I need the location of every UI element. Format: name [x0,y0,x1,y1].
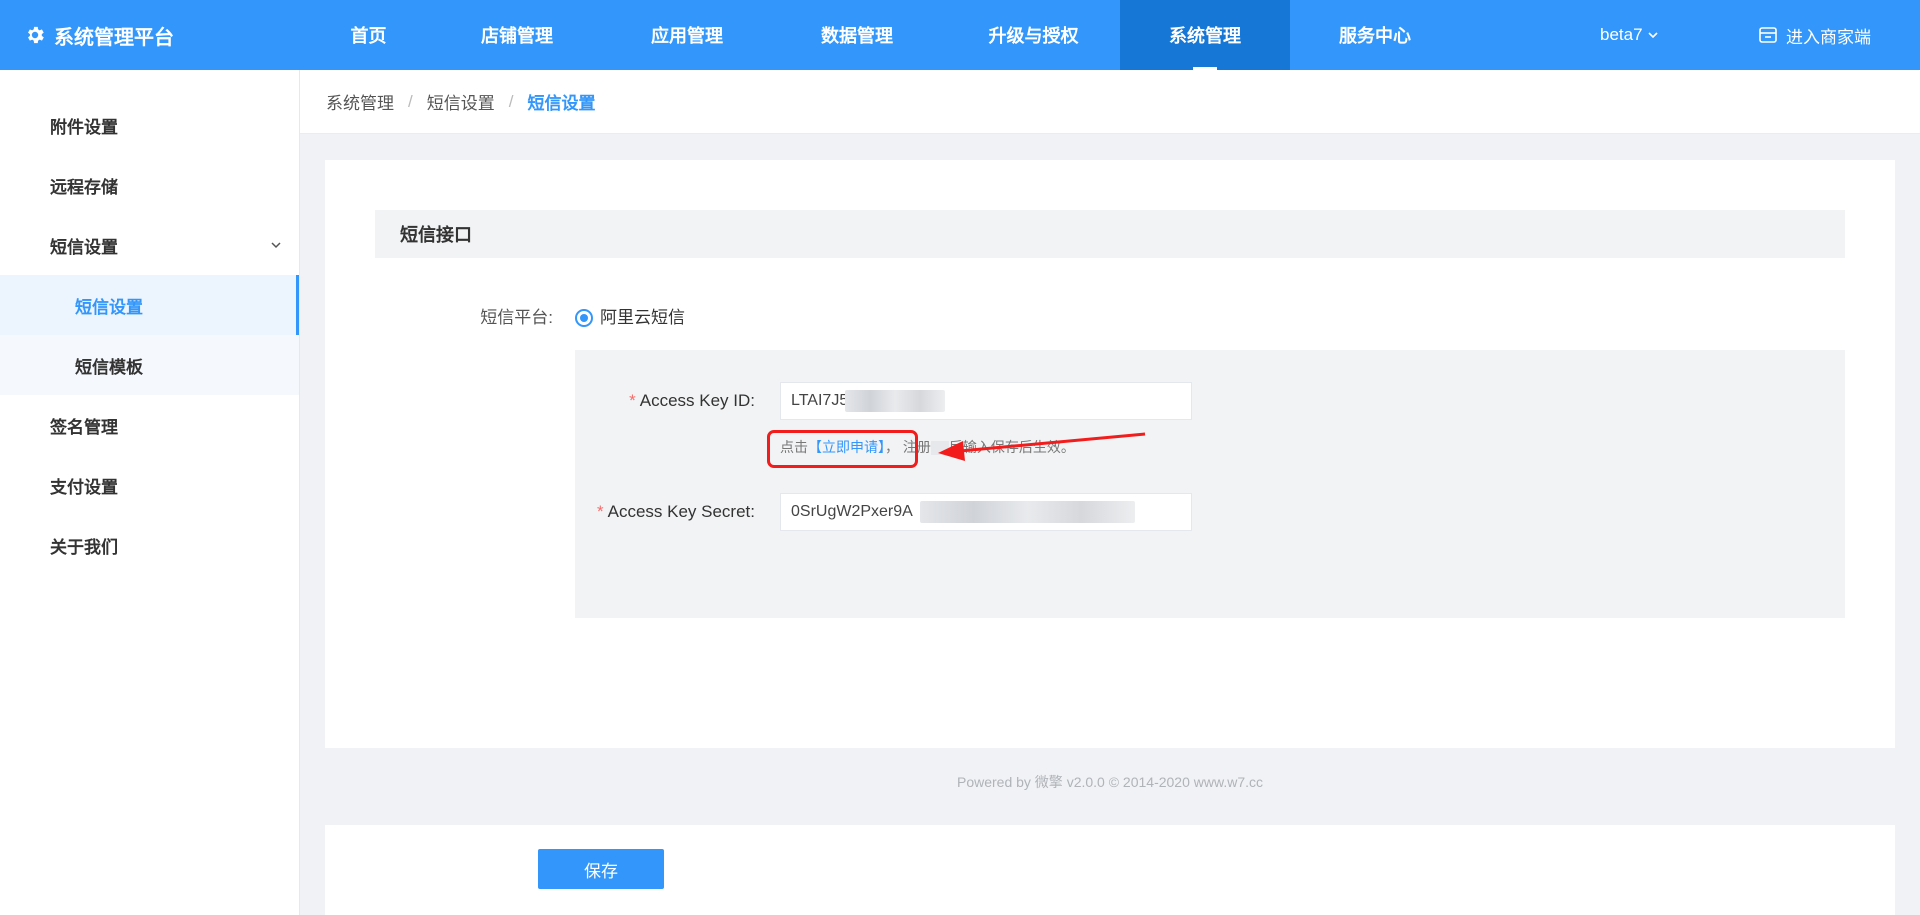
access-key-id-input[interactable] [780,382,1192,420]
nav-system-management[interactable]: 系统管理 [1120,0,1290,70]
sidebar-item-sms-templates[interactable]: 短信模板 [0,335,299,395]
hint-text: 后输入保存后生效。 [948,439,1075,455]
platform-radio-aliyun[interactable]: 阿里云短信 [575,306,685,330]
required-marker: * [596,502,604,521]
breadcrumb-item[interactable]: 短信设置 [427,89,495,114]
nav-upgrade-authorization[interactable]: 升级与授权 [947,0,1120,70]
chevron-down-icon [1647,32,1658,39]
sms-settings-card: 短信接口 短信平台: 阿里云短信 *Access Key ID: 点击【立即申请… [325,160,1895,748]
breadcrumb-separator: / [408,91,413,111]
footer-copyright: Powered by 微擎 v2.0.0 © 2014-2020 www.w7.… [956,774,1264,790]
breadcrumb-item[interactable]: 系统管理 [326,89,394,114]
required-marker: * [629,391,636,410]
redaction-blur [930,441,949,456]
platform-option-label: 阿里云短信 [600,308,685,327]
sidebar-item-about-us[interactable]: 关于我们 [0,515,299,575]
annotation-highlight-box [767,430,918,468]
nav-home[interactable]: 首页 [310,0,427,70]
save-button[interactable]: 保存 [538,849,664,889]
brand-title: 系统管理平台 [54,26,174,49]
access-key-secret-label-text: Access Key Secret: [607,502,755,521]
platform-label: 短信平台: [480,308,553,327]
merchant-link-label: 进入商家端 [1786,27,1871,47]
sidebar-group-sms-settings[interactable]: 短信设置 [0,215,299,275]
sidebar-item-payment-settings[interactable]: 支付设置 [0,455,299,515]
enter-merchant-link[interactable]: 进入商家端 [1758,0,1871,70]
redaction-blur [920,501,1135,523]
nav-store-management[interactable]: 店铺管理 [427,0,607,70]
access-key-secret-label: * Access Key Secret: [575,493,755,531]
account-name: beta7 [1600,25,1643,44]
chevron-down-icon [271,242,281,249]
main-nav: 首页 店铺管理 应用管理 数据管理 升级与授权 系统管理 服务中心 [310,0,1460,70]
breadcrumb-separator: / [508,91,514,111]
radio-checked-icon [575,309,593,327]
breadcrumb-current: 短信设置 [527,94,596,113]
sidebar-item-attachment-settings[interactable]: 附件设置 [0,95,299,155]
sidebar-item-signature-management[interactable]: 签名管理 [0,395,299,455]
account-dropdown[interactable]: beta7 [1600,0,1659,70]
sidebar-group-label: 短信设置 [50,237,118,257]
section-title: 短信接口 [375,210,1845,258]
sidebar: 附件设置 远程存储 短信设置 短信设置 短信模板 签名管理 支付设置 关于我们 [0,70,300,915]
redaction-blur [845,390,945,412]
nav-app-management[interactable]: 应用管理 [607,0,767,70]
breadcrumb: 系统管理 / 短信设置 / 短信设置 [300,70,1920,134]
brand[interactable]: 系统管理平台 [24,0,174,70]
gear-icon [28,26,44,44]
sidebar-item-sms-settings[interactable]: 短信设置 [0,275,299,335]
sidebar-item-remote-storage[interactable]: 远程存储 [0,155,299,215]
access-key-id-label: * Access Key ID: [575,382,755,420]
nav-data-management[interactable]: 数据管理 [767,0,947,70]
sms-config-panel: *Access Key ID: 点击【立即申请】， 注册后输入保存后生效。 *A… [575,350,1845,618]
top-navbar: 系统管理平台 首页 店铺管理 应用管理 数据管理 升级与授权 系统管理 服务中心… [0,0,1920,70]
nav-service-center[interactable]: 服务中心 [1290,0,1460,70]
action-bar: 保存 [325,825,1895,915]
access-key-id-label-text: Access Key ID: [639,391,755,410]
store-icon [1759,27,1777,43]
